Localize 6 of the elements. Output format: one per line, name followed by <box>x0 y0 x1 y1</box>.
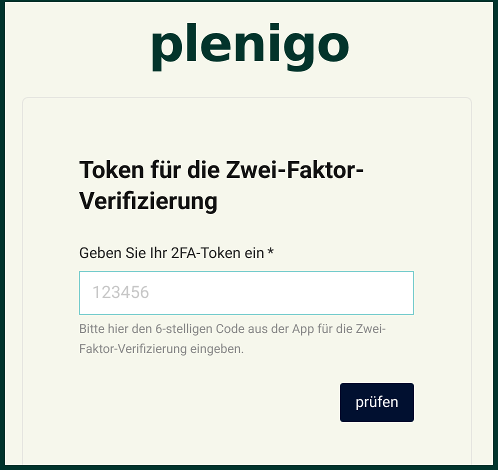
form-title: Token für die Zwei-Faktor-Verifizierung <box>79 155 366 217</box>
required-mark: * <box>267 243 274 263</box>
field-label: Geben Sie Ihr 2FA-Token ein <box>79 243 264 263</box>
verify-button[interactable]: prüfen <box>340 383 414 422</box>
logo: plenigo <box>148 14 350 74</box>
help-text: Bitte hier den 6-stelligen Code aus der App für die Zwei-Faktor-Verifizierung eingeben. <box>79 321 387 359</box>
